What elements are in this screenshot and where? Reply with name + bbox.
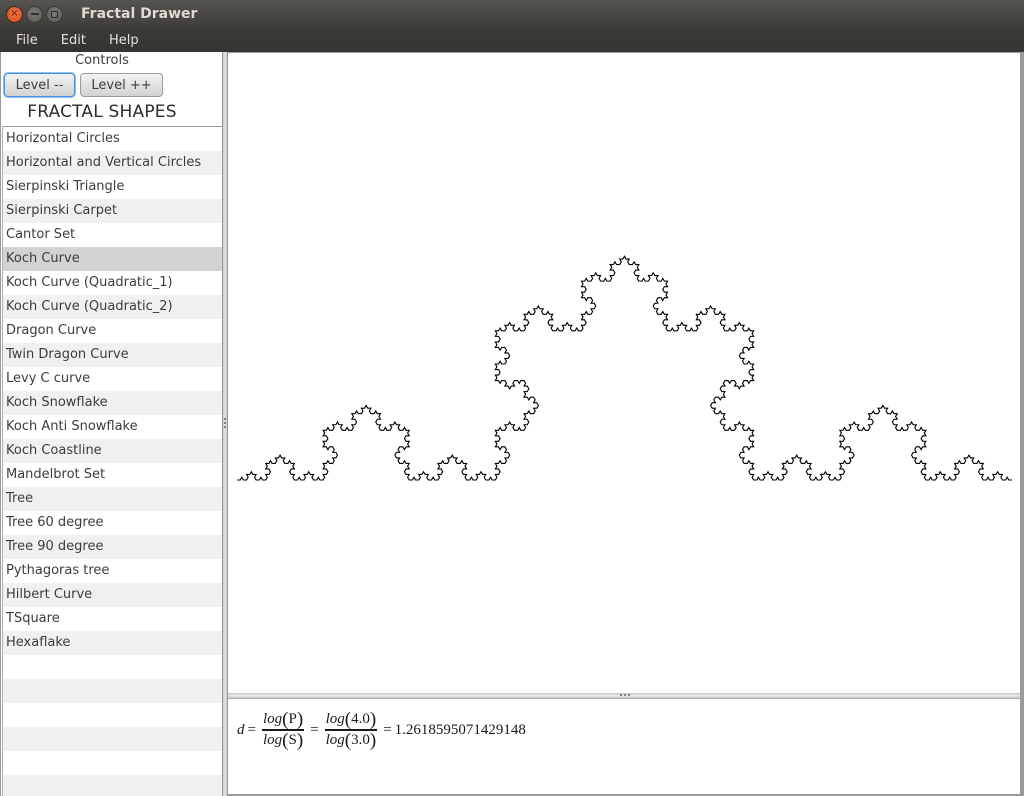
splitter-grip-icon xyxy=(620,694,632,696)
shape-list-item[interactable]: Tree 60 degree xyxy=(3,511,222,535)
log-label: log xyxy=(262,710,283,727)
shape-list-item[interactable]: Sierpinski Triangle xyxy=(3,175,222,199)
log-label: log xyxy=(262,732,283,749)
empty-list-row xyxy=(3,655,222,679)
window-border xyxy=(1020,52,1024,796)
maximize-window-button[interactable] xyxy=(46,5,63,23)
shape-list-item[interactable]: Koch Coastline xyxy=(3,439,222,463)
num-value: 4.0 xyxy=(351,710,370,727)
close-window-button[interactable]: × xyxy=(6,5,23,23)
title-bar: × Fractal Drawer xyxy=(0,0,1024,28)
dimension-formula-panel: d = log(P) log(S) = log(4.0) log(3.0) = … xyxy=(228,699,1020,794)
formula-equals: = xyxy=(310,721,319,738)
close-icon: × xyxy=(10,8,19,19)
shape-list-item[interactable]: Tree 90 degree xyxy=(3,535,222,559)
shape-list-item[interactable]: Koch Curve xyxy=(3,247,222,271)
empty-list-row xyxy=(3,679,222,703)
shape-list-item[interactable]: Levy C curve xyxy=(3,367,222,391)
fractal-dimension-result: 1.2618595071429148 xyxy=(394,721,526,738)
formula-equals: = xyxy=(383,721,392,738)
empty-list-row xyxy=(3,703,222,727)
formula-lhs: d xyxy=(237,721,245,738)
shape-list-item[interactable]: Horizontal and Vertical Circles xyxy=(3,151,222,175)
shape-list-item[interactable]: Hilbert Curve xyxy=(3,583,222,607)
symbolic-fraction: log(P) log(S) xyxy=(261,708,305,752)
fractal-shapes-list[interactable]: Horizontal Circles Horizontal and Vertica… xyxy=(2,126,222,796)
maximize-icon xyxy=(51,10,58,18)
controls-label: Controls xyxy=(75,53,129,68)
num-symbol: P xyxy=(288,710,297,727)
koch-curve-drawing xyxy=(237,255,1012,481)
shape-list-item[interactable]: Dragon Curve xyxy=(3,319,222,343)
empty-list-row xyxy=(3,727,222,751)
shape-list-item[interactable]: Sierpinski Carpet xyxy=(3,199,222,223)
empty-list-row xyxy=(3,751,222,775)
window-title: Fractal Drawer xyxy=(81,6,198,22)
fractal-canvas[interactable] xyxy=(228,53,1020,693)
level-decrease-button[interactable]: Level -- xyxy=(4,73,75,97)
shape-list-item[interactable]: Koch Snowflake xyxy=(3,391,222,415)
shape-list-item[interactable]: Mandelbrot Set xyxy=(3,463,222,487)
numeric-fraction: log(4.0) log(3.0) xyxy=(324,708,378,752)
menu-help[interactable]: Help xyxy=(97,33,150,48)
shapes-heading: FRACTAL SHAPES xyxy=(27,102,177,122)
shape-list-item[interactable]: TSquare xyxy=(3,607,222,631)
splitter-grip-icon xyxy=(224,418,226,430)
shape-list-item[interactable]: Hexaflake xyxy=(3,631,222,655)
shape-list-item[interactable]: Pythagoras tree xyxy=(3,559,222,583)
menu-bar: File Edit Help xyxy=(0,28,1024,52)
den-symbol: S xyxy=(288,732,297,749)
koch-curve-path xyxy=(237,255,1012,481)
shape-list-item[interactable]: Cantor Set xyxy=(3,223,222,247)
minimize-icon xyxy=(30,13,39,15)
shape-list-item[interactable]: Horizontal Circles xyxy=(3,127,222,151)
shape-list-item[interactable]: Koch Curve (Quadratic_2) xyxy=(3,295,222,319)
menu-file[interactable]: File xyxy=(0,33,49,48)
minimize-window-button[interactable] xyxy=(26,5,43,23)
log-label: log xyxy=(325,732,345,749)
formula-equals: = xyxy=(247,721,256,738)
controls-panel: Controls Level -- Level ++ FRACTAL SHAPE… xyxy=(0,52,222,796)
shape-list-item[interactable]: Twin Dragon Curve xyxy=(3,343,222,367)
menu-edit[interactable]: Edit xyxy=(49,33,97,48)
log-label: log xyxy=(325,710,345,727)
empty-list-row xyxy=(3,775,222,796)
shape-list-item[interactable]: Tree xyxy=(3,487,222,511)
level-increase-button[interactable]: Level ++ xyxy=(80,73,163,97)
shape-list-item[interactable]: Koch Curve (Quadratic_1) xyxy=(3,271,222,295)
den-value: 3.0 xyxy=(351,732,370,749)
shape-list-item[interactable]: Koch Anti Snowflake xyxy=(3,415,222,439)
dimension-formula: d = log(P) log(S) = log(4.0) log(3.0) = … xyxy=(237,709,526,751)
